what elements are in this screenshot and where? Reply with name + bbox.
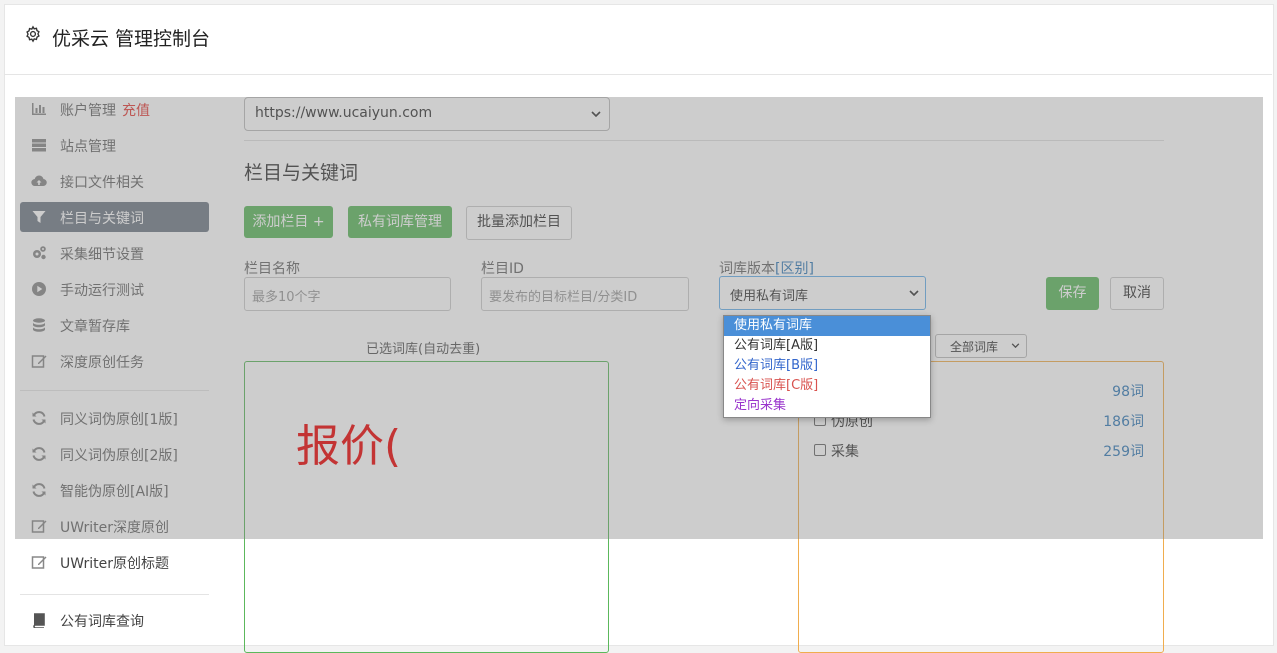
dropdown-option-public-a[interactable]: 公有词库[A版] xyxy=(724,336,930,356)
modal-backdrop xyxy=(15,97,1263,539)
sidebar-item-uwriter-title[interactable]: UWriter原创标题 xyxy=(20,547,209,577)
book-icon xyxy=(33,613,45,628)
sidebar-item-label: 公有词库查询 xyxy=(60,614,144,630)
header-bar: 优采云 管理控制台 xyxy=(4,4,1272,75)
sidebar-item-label: UWriter原创标题 xyxy=(60,556,169,572)
app-title: 优采云 管理控制台 xyxy=(52,28,211,50)
library-version-dropdown: 使用私有词库 公有词库[A版] 公有词库[B版] 公有词库[C版] 定向采集 xyxy=(723,315,931,418)
sidebar-divider xyxy=(20,594,209,595)
dropdown-option-public-b[interactable]: 公有词库[B版] xyxy=(724,356,930,376)
dropdown-option-directed[interactable]: 定向采集 xyxy=(724,396,930,416)
dropdown-option-private[interactable]: 使用私有词库 xyxy=(724,316,930,336)
sidebar-item-public-lib-query[interactable]: 公有词库查询 xyxy=(20,605,209,635)
gear-icon xyxy=(26,25,40,43)
edit-icon xyxy=(31,556,47,569)
dropdown-option-public-c[interactable]: 公有词库[C版] xyxy=(724,376,930,396)
